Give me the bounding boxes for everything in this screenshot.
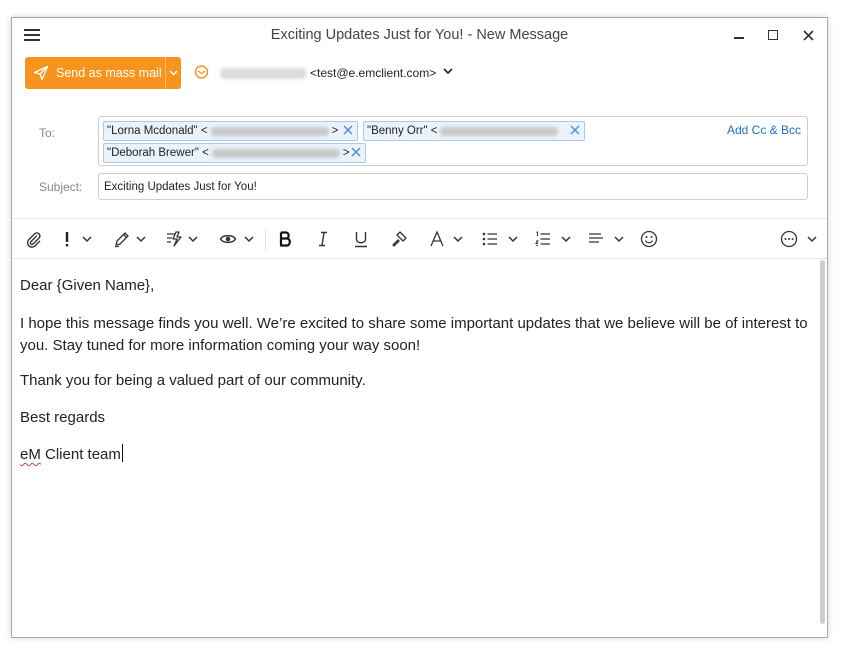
body-paragraph: I hope this message finds you well. We’r… [20,315,808,354]
chevron-down-icon [561,235,571,242]
minimize-button[interactable] [724,24,754,46]
recipient-chip[interactable]: "Benny Orr" < [363,121,585,141]
compose-window: Exciting Updates Just for You! - New Mes… [11,17,828,638]
chevron-down-icon [136,235,146,242]
chevron-down-icon [82,235,92,242]
from-email: <test@e.emclient.com> [310,66,437,80]
bulleted-list-icon [482,232,497,246]
recipient-close-bracket: > [331,125,339,137]
closing-line: Best regards [20,409,106,426]
signature-icon [115,232,129,248]
recipient-email-redacted [210,126,329,136]
priority-icon [65,232,69,247]
recipient-name: "Lorna Mcdonald" < [107,125,208,137]
chevron-down-icon [169,70,178,76]
chevron-down-icon [508,235,518,242]
send-icon [33,65,49,81]
chevron-down-icon [244,235,254,242]
title-bar: Exciting Updates Just for You! - New Mes… [12,18,827,52]
message-body[interactable]: Dear {Given Name}, I hope this message f… [20,259,817,637]
signature-text: Client team [40,446,121,463]
underline-button[interactable] [352,230,370,248]
recipient-chip[interactable]: "Deborah Brewer" < > [103,143,366,163]
recipient-close-bracket: > [342,147,350,159]
attach-button[interactable] [24,230,42,248]
emoji-button[interactable] [640,230,658,248]
close-icon [802,29,814,41]
maximize-button[interactable] [758,24,788,46]
signature-button[interactable] [113,230,146,248]
add-cc-bcc-link[interactable]: Add Cc & Bcc [727,123,801,137]
priority-button[interactable] [62,230,92,248]
numbered-list-button[interactable] [534,230,571,248]
italic-button[interactable] [314,230,332,248]
signature-line: eM Client team [20,444,123,466]
bold-button[interactable] [276,230,294,248]
misspelled-word[interactable]: eM [20,446,41,463]
from-name-redacted [220,68,306,79]
send-main[interactable]: Send as mass mail [25,57,165,89]
bold-icon [279,231,291,247]
to-field[interactable]: "Lorna Mcdonald" < > "Benny Orr" < "Debo… [98,116,808,166]
chevron-down-icon [188,235,198,242]
font-color-icon [430,230,444,247]
paperclip-icon [26,232,41,248]
format-painter-icon [392,231,407,247]
recipient-email-redacted [440,126,559,136]
subject-input[interactable] [98,173,808,200]
from-dropdown-chevron-icon[interactable] [443,68,453,75]
window-title: Exciting Updates Just for You! - New Mes… [270,27,569,43]
close-button[interactable] [793,24,823,46]
toolbar-divider [12,218,827,219]
bulleted-list-button[interactable] [481,230,518,248]
toolbar-separator [265,228,266,252]
send-button-label: Send as mass mail [56,66,162,80]
to-label: To: [39,126,56,140]
underline-icon [355,232,367,248]
tracking-button[interactable] [219,230,254,248]
numbered-list-icon [534,231,550,246]
align-button[interactable] [587,230,624,248]
align-left-icon [589,233,603,243]
vertical-scrollbar[interactable] [820,260,825,624]
remove-recipient-icon[interactable] [569,124,581,136]
chevron-down-icon [453,235,463,242]
recipient-email-redacted [211,148,340,158]
greeting-line: Dear {Given Name}, [20,277,155,294]
italic-icon [319,231,327,247]
font-color-button[interactable] [429,230,463,248]
more-options-button[interactable] [780,230,817,248]
send-mass-mail-button[interactable]: Send as mass mail [25,57,181,89]
template-button[interactable] [165,230,198,248]
text-caret [121,444,123,462]
body-paragraph: Thank you for being a valued part of our… [20,372,366,389]
recipient-name: "Deborah Brewer" < [107,147,209,159]
remove-recipient-icon[interactable] [350,146,362,158]
recipient-name: "Benny Orr" < [367,125,438,137]
chevron-down-icon [807,235,817,242]
eye-icon [219,234,237,244]
account-icon [194,65,209,79]
more-icon [780,230,798,248]
emoji-icon [640,230,658,248]
template-icon [167,231,182,247]
format-painter-button[interactable] [390,230,408,248]
send-options-dropdown[interactable] [165,57,181,89]
chevron-down-icon [614,235,624,242]
subject-label: Subject: [39,180,83,194]
recipient-chip[interactable]: "Lorna Mcdonald" < > [103,121,358,141]
remove-recipient-icon[interactable] [342,124,354,136]
